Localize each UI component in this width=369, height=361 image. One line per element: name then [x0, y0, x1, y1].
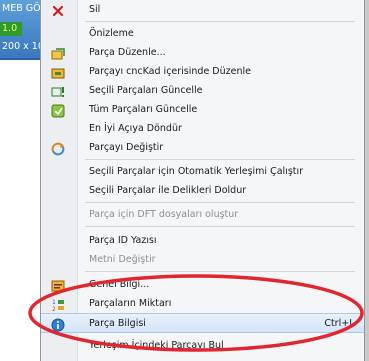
menu-item-label: Parça Bilgisi: [89, 318, 146, 329]
menu-item-label: Tüm Parçaları Güncelle: [89, 104, 198, 115]
background-right-strip: [365, 0, 369, 361]
menu-item-label: Metni Değiştir: [89, 254, 156, 265]
background-size-label: 200 x 10: [2, 41, 44, 52]
menu-item-label: Önizleme: [89, 28, 134, 39]
menu-item-label: Parçaların Miktarı: [89, 298, 172, 309]
menu-item-rotate-best-angle[interactable]: En İyi Açıya Döndür: [41, 119, 364, 139]
menu-item-label: Parçayı Değiştir: [89, 142, 164, 153]
menu-item-label: En İyi Açıya Döndür: [89, 123, 182, 134]
menu-item-replace-part[interactable]: Parçayı Değiştir: [41, 138, 364, 158]
menu-item-label: Yerleşim İçindeki Parçayı Bul: [89, 340, 224, 351]
menu-item-change-text: Metni Değiştir: [41, 250, 364, 270]
update-all-icon: [51, 103, 65, 118]
close-icon: [51, 3, 65, 17]
menu-item-label: Parça için DFT dosyaları oluştur: [89, 209, 239, 220]
menu-item-general-info[interactable]: Genel Bilgi...: [41, 275, 364, 295]
menu-item-label: Parça Düzenle...: [89, 47, 166, 58]
context-menu: Sil Önizleme Parça Düzenle... Parçayı cn…: [40, 0, 365, 361]
menu-item-create-dft-files: Parça için DFT dosyaları oluştur: [41, 205, 364, 225]
menu-separator: [85, 21, 355, 22]
menu-item-part-id-text[interactable]: Parça ID Yazısı: [41, 231, 364, 251]
menu-item-edit-part[interactable]: Parça Düzenle...: [41, 43, 364, 63]
menu-separator: [85, 159, 355, 160]
menu-separator: [85, 271, 355, 272]
menu-separator: [85, 226, 355, 227]
menu-item-fill-holes[interactable]: Seçili Parçalar ile Delikleri Doldur: [41, 181, 364, 201]
menu-item-label: Seçili Parçaları Güncelle: [89, 85, 203, 96]
update-selected-icon: [51, 84, 65, 98]
menu-item-update-all[interactable]: Tüm Parçaları Güncelle: [41, 100, 364, 120]
menu-item-label: Sil: [89, 4, 101, 15]
menu-item-run-autonest-selected[interactable]: Seçili Parçalar için Otomatik Yerleşimi …: [41, 162, 364, 182]
general-info-icon: [51, 278, 65, 292]
replace-part-icon: [51, 141, 65, 156]
menu-item-find-part-in-nest[interactable]: Yerleşim İçindeki Parçayı Bul: [41, 336, 364, 356]
menu-item-delete[interactable]: Sil: [41, 0, 364, 20]
svg-text:2: 2: [52, 306, 56, 312]
menu-item-label: Genel Bilgi...: [89, 279, 150, 290]
part-edit-icon: [51, 46, 65, 60]
menu-item-edit-in-cnckad[interactable]: Parçayı cncKad içerisinde Düzenle: [41, 62, 364, 82]
menu-separator: [85, 202, 355, 203]
background-header: MEB GÖ 1.0 200 x 10: [0, 0, 44, 58]
menu-item-preview[interactable]: Önizleme: [41, 24, 364, 44]
menu-item-label: Parça ID Yazısı: [89, 235, 157, 246]
cnckad-edit-icon: [51, 65, 65, 79]
menu-item-label: Seçili Parçalar ile Delikleri Doldur: [89, 185, 247, 196]
info-icon: [51, 317, 65, 332]
menu-item-update-selected[interactable]: Seçili Parçaları Güncelle: [41, 81, 364, 101]
menu-item-part-quantities[interactable]: 1 2 Parçaların Miktarı: [41, 294, 364, 314]
quantity-icon: 1 2: [51, 297, 65, 313]
menu-item-label: Parçayı cncKad içerisinde Düzenle: [89, 66, 251, 77]
background-divider: [0, 58, 40, 60]
menu-item-label: Seçili Parçalar için Otomatik Yerleşimi …: [89, 166, 304, 177]
background-title: MEB GÖ: [2, 3, 41, 14]
svg-text:1: 1: [52, 299, 56, 306]
menu-item-part-info[interactable]: Parça Bilgisi Ctrl+I: [41, 313, 364, 333]
menu-item-shortcut: Ctrl+I: [324, 318, 352, 329]
background-version-cell: 1.0: [0, 22, 22, 36]
